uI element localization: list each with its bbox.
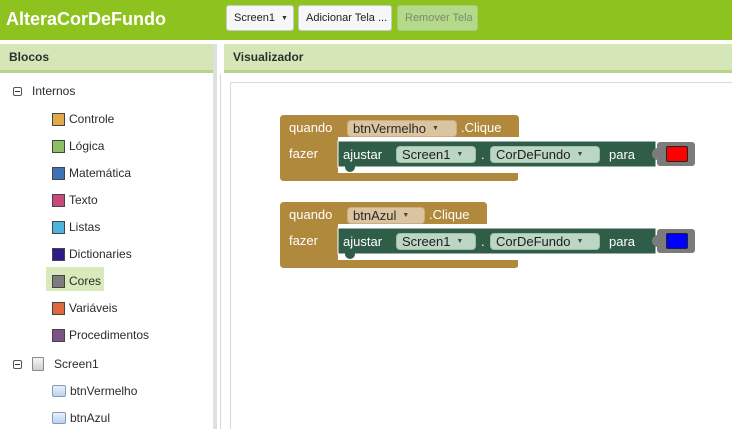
tree-item-label: Cores — [69, 274, 102, 288]
screen-select-dropdown[interactable]: Screen1 ▼ — [226, 5, 294, 31]
chevron-down-icon: ▼ — [432, 125, 439, 132]
tree-item-label: btnVermelho — [70, 384, 138, 398]
tree-item-dictionaries[interactable]: Dictionaries — [52, 243, 132, 265]
tree-item-procedimentos[interactable]: Procedimentos — [52, 324, 149, 346]
screen-icon — [32, 357, 44, 371]
chevron-down-icon: ▼ — [576, 151, 584, 158]
tree-item-label: Lógica — [69, 139, 105, 153]
setter-dot-label: . — [481, 147, 485, 162]
category-swatch-icon — [52, 139, 65, 153]
color-block[interactable] — [652, 142, 695, 166]
setter-property-label: CorDeFundo — [496, 234, 571, 249]
event-when-label: quando — [289, 207, 333, 222]
event-name-label: .Clique — [461, 120, 502, 135]
color-block-connector — [652, 148, 661, 160]
category-swatch-icon — [52, 301, 65, 315]
blocks-panel-title: Blocos — [9, 50, 50, 64]
setter-target-label: Screen1 — [402, 147, 451, 162]
collapse-icon[interactable] — [13, 86, 22, 96]
tree-item-label: Variáveis — [69, 301, 118, 315]
tree-item-texto[interactable]: Texto — [52, 189, 98, 211]
category-swatch-icon — [52, 247, 65, 261]
blocks-panel-header: Blocos — [0, 44, 213, 73]
setter-set-label: ajustar — [343, 147, 383, 162]
panel-divider[interactable] — [213, 44, 217, 429]
screen-select-label: Screen1 — [234, 12, 275, 24]
add-screen-button[interactable]: Adicionar Tela ... — [298, 5, 392, 31]
tree-item-label: Listas — [69, 220, 101, 234]
event-do-label: fazer — [289, 146, 318, 161]
chevron-down-icon: ▼ — [456, 238, 464, 245]
color-swatch[interactable] — [666, 146, 688, 162]
button-component-icon — [52, 385, 66, 397]
chevron-down-icon: ▼ — [280, 14, 288, 22]
component-dropdown-label: btnAzul — [353, 208, 397, 223]
setter-target-dropdown[interactable]: Screen1 ▼ — [396, 233, 476, 250]
tree-item-label: Procedimentos — [69, 328, 150, 342]
tree-node-label: Internos — [32, 84, 76, 98]
setter-target-label: Screen1 — [402, 234, 451, 249]
tree-item-lgica[interactable]: Lógica — [52, 135, 104, 157]
chevron-down-icon: ▼ — [576, 238, 584, 245]
blocks-tree: Internos Controle Lógica Matemática Texto Li… — [0, 74, 217, 429]
tree-item-label: Texto — [69, 193, 98, 207]
tree-item-label: btnAzul — [70, 411, 111, 425]
tree-item-matemtica[interactable]: Matemática — [52, 162, 131, 184]
category-swatch-icon — [52, 274, 65, 288]
tree-item-cores[interactable]: Cores — [52, 270, 101, 292]
setter-to-label: para — [609, 147, 636, 162]
event-name-label: .Clique — [429, 207, 470, 222]
event-do-label: fazer — [289, 233, 318, 248]
blocks-workspace[interactable]: quando btnVermelho ▼ .Clique fazer ajustar Scr… — [220, 74, 732, 429]
category-swatch-icon — [52, 220, 65, 234]
tree-item-btnVermelho[interactable]: btnVermelho — [52, 380, 137, 402]
setter-set-label: ajustar — [343, 234, 383, 249]
setter-property-dropdown[interactable]: CorDeFundo ▼ — [490, 146, 600, 163]
viewer-panel-header: Visualizador — [224, 44, 732, 73]
workspace-canvas[interactable]: quando btnVermelho ▼ .Clique fazer ajustar Scr… — [230, 82, 732, 429]
color-swatch[interactable] — [666, 233, 688, 249]
tree-item-btnAzul[interactable]: btnAzul — [52, 407, 110, 429]
tree-node-builtin[interactable]: Internos — [13, 80, 75, 102]
setter-property-dropdown[interactable]: CorDeFundo ▼ — [490, 233, 600, 250]
tree-node-label: Screen1 — [54, 357, 99, 371]
tree-item-label: Matemática — [69, 166, 132, 180]
app-window: AlteraCorDeFundo Screen1 ▼ Adicionar Tel… — [0, 0, 732, 429]
tree-node-screen1[interactable]: Screen1 — [13, 353, 99, 375]
tree-item-controle[interactable]: Controle — [52, 108, 114, 130]
chevron-down-icon: ▼ — [456, 151, 464, 158]
color-block-connector — [652, 235, 661, 247]
setter-to-label: para — [609, 234, 636, 249]
category-swatch-icon — [52, 193, 65, 207]
category-swatch-icon — [52, 112, 65, 126]
tree-item-variveis[interactable]: Variáveis — [52, 297, 117, 319]
button-component-icon — [52, 412, 66, 424]
tree-item-label: Controle — [69, 112, 115, 126]
collapse-icon[interactable] — [13, 359, 22, 369]
top-bar: AlteraCorDeFundo Screen1 ▼ Adicionar Tel… — [0, 0, 732, 40]
event-when-label: quando — [289, 120, 333, 135]
remove-screen-button[interactable]: Remover Tela — [397, 5, 478, 31]
tree-item-label: Dictionaries — [69, 247, 132, 261]
tree-item-listas[interactable]: Listas — [52, 216, 100, 238]
viewer-panel-title: Visualizador — [233, 50, 304, 64]
project-title: AlteraCorDeFundo — [6, 9, 167, 29]
color-block[interactable] — [652, 229, 695, 253]
category-swatch-icon — [52, 166, 65, 180]
component-dropdown[interactable]: btnVermelho ▼ — [347, 120, 457, 137]
component-dropdown[interactable]: btnAzul ▼ — [347, 207, 425, 224]
category-swatch-icon — [52, 328, 65, 342]
component-dropdown-label: btnVermelho — [353, 121, 426, 136]
setter-target-dropdown[interactable]: Screen1 ▼ — [396, 146, 476, 163]
chevron-down-icon: ▼ — [402, 212, 410, 219]
setter-dot-label: . — [481, 234, 485, 249]
setter-property-label: CorDeFundo — [496, 147, 571, 162]
